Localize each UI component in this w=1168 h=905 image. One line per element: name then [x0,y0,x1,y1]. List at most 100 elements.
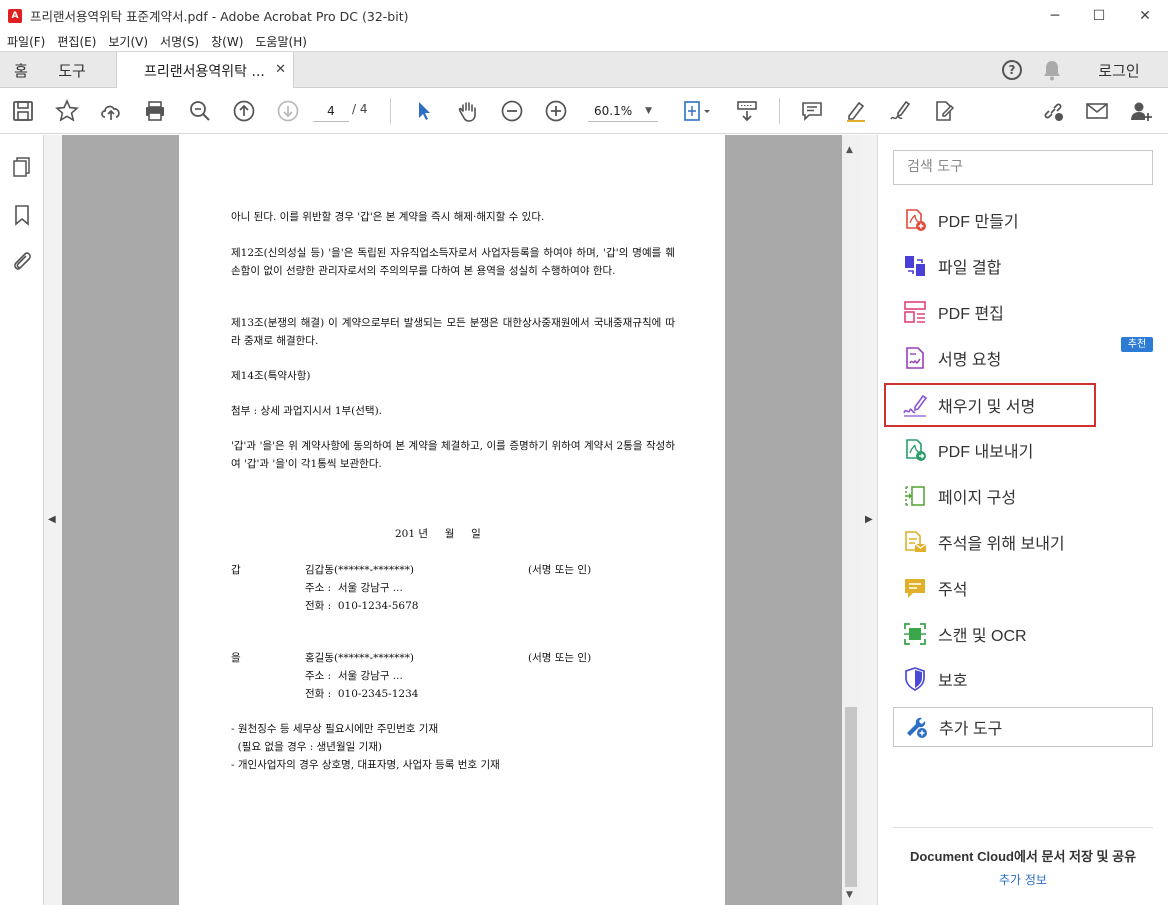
menu-edit[interactable]: 편집(E) [57,33,96,50]
page-down-icon[interactable] [275,98,301,124]
edit-document-icon[interactable] [931,98,957,124]
page-thumbnails-icon[interactable] [10,155,34,179]
tool-protect[interactable]: 보호 [893,657,1105,701]
panel-divider [893,827,1153,828]
select-cursor-icon[interactable] [411,98,437,124]
tool-scan-ocr[interactable]: 스캔 및 OCR [893,612,1105,656]
email-icon[interactable] [1084,98,1110,124]
close-window-button[interactable]: ✕ [1122,0,1168,31]
export-pdf-icon [902,437,928,463]
edit-pdf-icon [902,299,928,325]
contract-article-13: 제13조(분쟁의 해결) 이 계약으로부터 발생되는 모든 분쟁은 대한상사중재… [231,317,675,347]
party-a-phone: 전화 : 010-1234-5678 [305,600,419,612]
note-line: (필요 없을 경우 : 생년월일 기재) [231,741,383,753]
zoom-value: 60.1% [594,104,633,118]
chevron-right-icon: ▶ [865,514,873,525]
more-tools-button[interactable]: 추가 도구 [893,707,1153,747]
minimize-button[interactable]: ─ [1032,0,1078,31]
tool-comment[interactable]: 주석 [893,566,1105,610]
collapse-left-pane-button[interactable]: ◀ [44,135,62,905]
acrobat-icon: A [8,8,22,23]
tool-send-for-comments[interactable]: 주석을 위해 보내기 [893,520,1105,564]
tool-label: PDF 내보내기 [938,444,1034,461]
vertical-scrollbar[interactable]: ▲ ▼ [842,135,860,905]
tool-label: 페이지 구성 [938,490,1017,507]
page-total: / 4 [352,102,368,116]
tool-combine-files[interactable]: 파일 결합 [893,244,1105,288]
menu-view[interactable]: 보기(V) [108,33,148,50]
combine-files-icon [902,253,928,279]
highlight-pen-icon[interactable] [843,98,869,124]
tab-bar: 홈 도구 프리랜서용역위탁 ... ✕ ? 로그인 [0,51,1168,89]
tab-document[interactable]: 프리랜서용역위탁 ... ✕ [116,52,294,89]
zoom-search-icon[interactable] [187,98,213,124]
scroll-down-icon[interactable]: ▼ [846,890,853,900]
party-a-label: 갑 [231,564,241,576]
hand-tool-icon[interactable] [455,98,481,124]
fit-page-icon[interactable] [678,98,714,124]
sign-pen-icon[interactable] [887,98,913,124]
page-up-icon[interactable] [231,98,257,124]
search-tools-input[interactable]: 검색 도구 [893,150,1153,185]
tab-tools[interactable]: 도구 [42,52,102,88]
contract-paragraph: 아니 된다. 이를 위반할 경우 '갑'은 본 계약을 즉시 해제·해지할 수 … [231,211,545,223]
tool-label: 보호 [938,673,968,690]
zoom-out-icon[interactable] [499,98,525,124]
scroll-mode-icon[interactable] [734,98,760,124]
save-icon[interactable] [10,98,36,124]
tool-edit-pdf[interactable]: PDF 편집 [893,290,1105,334]
party-a-sign: (서명 또는 인) [528,564,592,576]
toolbar-divider [779,98,780,124]
tool-request-signature[interactable]: 서명 요청 [893,336,1105,380]
zoom-in-icon[interactable] [543,98,569,124]
menu-file[interactable]: 파일(F) [7,33,45,50]
close-tab-icon[interactable]: ✕ [275,62,286,77]
party-a-address: 주소 : 서울 강남구 ... [305,582,403,594]
notification-bell-icon[interactable] [1040,52,1064,88]
tool-create-pdf[interactable]: PDF 만들기 [893,198,1105,242]
scroll-up-icon[interactable]: ▲ [846,145,853,155]
menu-window[interactable]: 창(W) [211,33,243,50]
print-icon[interactable] [142,98,168,124]
collapse-right-pane-button[interactable]: ▶ [860,135,878,905]
note-line: - 원천징수 등 세무상 필요시에만 주민번호 기재 [231,723,439,735]
party-a-name: 김갑동(******-*******) [305,564,414,576]
tool-label: 추가 도구 [939,721,1003,738]
menu-sign[interactable]: 서명(S) [160,33,199,50]
tool-fill-sign[interactable]: 채우기 및 서명 [884,383,1096,427]
zoom-level-select[interactable]: 60.1% ▼ [588,100,658,122]
contract-date: 201 년 월 일 [395,528,481,540]
page-number-input[interactable]: 4 [313,100,349,122]
party-b-address: 주소 : 서울 강남구 ... [305,670,403,682]
tool-label: PDF 편집 [938,306,1004,323]
comment-icon [902,575,928,601]
add-user-icon[interactable] [1128,98,1154,124]
tab-document-label: 프리랜서용역위탁 ... [144,63,265,80]
tool-organize-pages[interactable]: 페이지 구성 [893,474,1105,518]
party-b-sign: (서명 또는 인) [528,652,592,664]
comment-icon[interactable] [799,98,825,124]
tool-export-pdf[interactable]: PDF 내보내기 [893,428,1105,472]
scrollbar-thumb[interactable] [845,707,857,887]
organize-pages-icon [902,483,928,509]
contract-article-14: 제14조(특약사항) [231,370,311,382]
party-b-label: 을 [231,652,241,664]
upload-cloud-icon[interactable] [98,98,124,124]
tool-label: 채우기 및 서명 [938,399,1036,416]
document-cloud-text: Document Cloud에서 문서 저장 및 공유 [909,849,1137,864]
chevron-down-icon: ▼ [645,106,652,116]
tab-home[interactable]: 홈 [0,52,42,88]
login-button[interactable]: 로그인 [1084,52,1154,88]
menu-bar: 파일(F) 편집(E) 보기(V) 서명(S) 창(W) 도움말(H) [0,31,1168,51]
menu-help[interactable]: 도움말(H) [255,33,307,50]
contract-closing: '갑'과 '을'은 위 계약사항에 동의하여 본 계약을 체결하고, 이를 증명… [231,440,675,470]
help-button[interactable]: ? [1000,52,1024,88]
bookmarks-icon[interactable] [10,203,34,227]
bookmark-star-icon[interactable] [54,98,80,124]
share-link-icon[interactable] [1040,98,1066,124]
toolbar-divider [390,98,391,124]
maximize-button[interactable]: ☐ [1076,0,1122,31]
tools-pane: 검색 도구 PDF 만들기 파일 결합 PDF 편집 서명 요청 채우기 및 서… [878,135,1168,905]
learn-more-link[interactable]: 추가 정보 [893,871,1153,888]
attachments-icon[interactable] [10,248,34,272]
